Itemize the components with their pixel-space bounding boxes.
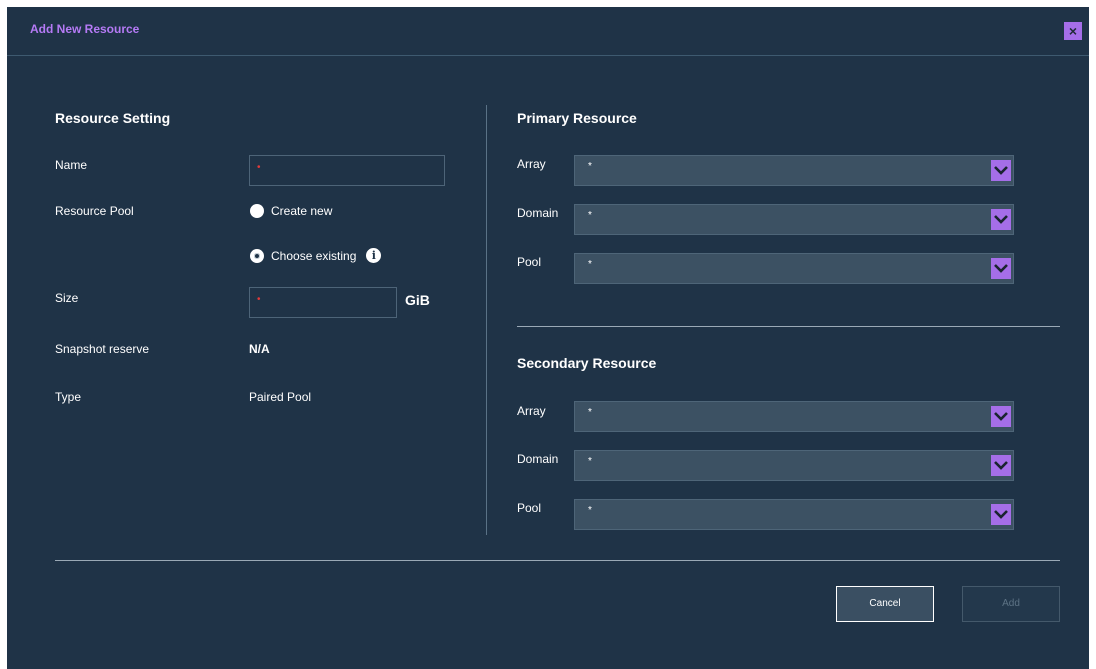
name-label: Name [55, 158, 88, 172]
radio-choose-existing-label: Choose existing [271, 248, 357, 263]
primary-pool-select[interactable]: * [574, 253, 1014, 284]
primary-resource-title: Primary Resource [517, 110, 637, 126]
chevron-down-icon[interactable] [991, 504, 1011, 525]
cancel-button[interactable]: Cancel [836, 586, 934, 622]
type-value: Paired Pool [249, 390, 312, 404]
secondary-domain-label: Domain [517, 452, 559, 466]
snapshot-reserve-label: Snapshot reserve [55, 342, 150, 356]
primary-array-label: Array [517, 157, 546, 171]
select-value: * [588, 161, 592, 172]
column-divider [486, 105, 487, 535]
radio-create-new-label: Create new [271, 204, 333, 218]
secondary-resource-title: Secondary Resource [517, 355, 657, 371]
select-value: * [588, 456, 592, 467]
add-button[interactable]: Add [962, 586, 1060, 622]
dialog-title: Add New Resource [30, 22, 140, 36]
size-unit: GiB [405, 292, 430, 308]
size-label: Size [55, 291, 79, 305]
resource-setting-title: Resource Setting [55, 110, 171, 126]
radio-button-unselected[interactable] [250, 204, 264, 218]
section-divider [517, 326, 1060, 327]
primary-pool-label: Pool [517, 255, 542, 269]
required-indicator: • [257, 162, 261, 173]
chevron-down-icon[interactable] [991, 258, 1011, 279]
chevron-down-icon[interactable] [991, 455, 1011, 476]
required-indicator: • [257, 294, 261, 305]
secondary-pool-select[interactable]: * [574, 499, 1014, 530]
info-icon[interactable]: i [366, 248, 382, 263]
radio-button-selected[interactable] [250, 248, 264, 263]
select-value: * [588, 407, 592, 418]
type-label: Type [55, 390, 82, 404]
add-resource-dialog: Add New Resource × Resource Setting Name… [7, 7, 1089, 669]
resource-pool-label: Resource Pool [55, 204, 134, 218]
snapshot-reserve-value: N/A [249, 342, 270, 356]
primary-domain-label: Domain [517, 206, 559, 220]
radio-create-new[interactable]: Create new [250, 204, 332, 218]
close-icon: × [1068, 23, 1078, 39]
primary-array-select[interactable]: * [574, 155, 1014, 186]
primary-domain-select[interactable]: * [574, 204, 1014, 235]
select-value: * [588, 259, 592, 270]
select-value: * [588, 210, 592, 221]
radio-choose-existing[interactable]: Choose existing i [250, 248, 382, 263]
secondary-pool-label: Pool [517, 501, 542, 515]
dialog-header: Add New Resource × [7, 7, 1089, 56]
chevron-down-icon[interactable] [991, 209, 1011, 230]
name-input[interactable]: • [249, 155, 445, 186]
secondary-domain-select[interactable]: * [574, 450, 1014, 481]
secondary-array-select[interactable]: * [574, 401, 1014, 432]
chevron-down-icon[interactable] [991, 160, 1011, 181]
chevron-down-icon[interactable] [991, 406, 1011, 427]
secondary-array-label: Array [517, 404, 546, 418]
close-button[interactable]: × [1064, 22, 1082, 40]
select-value: * [588, 505, 592, 516]
size-input[interactable]: • [249, 287, 397, 318]
footer-divider [55, 560, 1060, 561]
